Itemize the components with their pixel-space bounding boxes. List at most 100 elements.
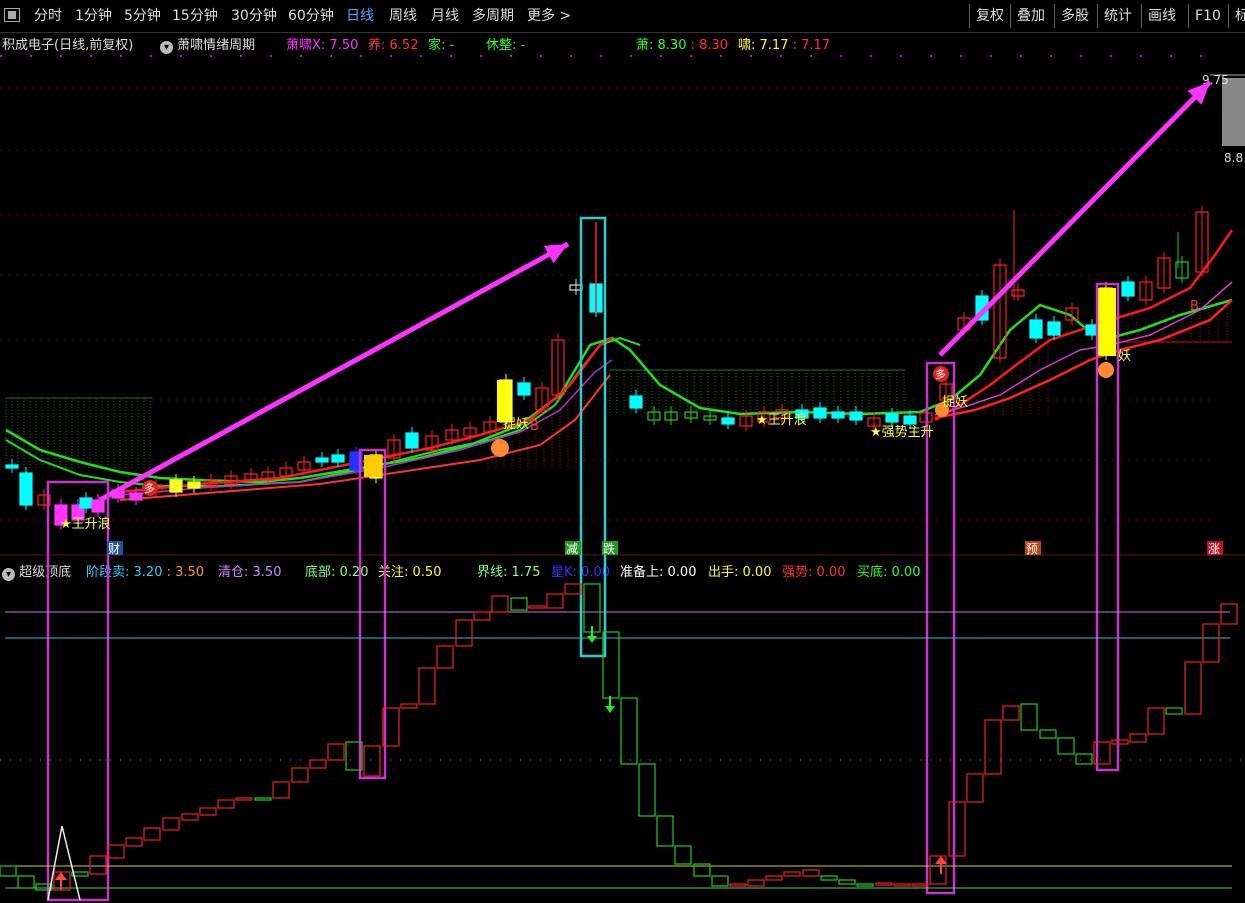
sub-candle <box>893 883 911 887</box>
marker-zhang: 涨 <box>1208 541 1220 556</box>
sub-candle <box>400 703 418 709</box>
sub-candle <box>455 619 473 647</box>
label-zhuo-yao: 捉妖 <box>503 417 529 432</box>
sub-candle <box>984 719 1002 775</box>
sub-candle <box>838 879 856 885</box>
sub-candle <box>510 597 528 611</box>
sub-candle <box>17 875 35 889</box>
candle <box>315 457 329 463</box>
sub-candle <box>546 593 564 609</box>
sub-candle <box>309 759 327 769</box>
label-wang-sheng: ★王升浪 <box>60 517 111 532</box>
candle <box>831 411 845 419</box>
sub-candle <box>583 583 601 633</box>
sub-candle <box>765 875 783 881</box>
sub-candle <box>436 645 454 669</box>
highlight-bar <box>364 455 382 477</box>
sub-candle <box>802 869 820 877</box>
sub-candle <box>418 667 436 705</box>
ma-green-line-2 <box>5 336 641 487</box>
candle <box>629 395 643 409</box>
sub-candle <box>143 827 161 841</box>
sub-candle <box>911 883 929 887</box>
up-arrow-head <box>55 872 67 880</box>
candle <box>1029 319 1043 339</box>
label-b: B <box>530 419 539 434</box>
signal-box <box>925 361 956 895</box>
candle <box>1047 321 1061 336</box>
candle <box>405 432 419 449</box>
marker-cai: 财 <box>108 542 120 556</box>
sub-candle <box>1057 737 1075 755</box>
candle <box>517 382 531 396</box>
candle <box>79 497 93 509</box>
sub-candle <box>1020 703 1038 731</box>
sub-candle <box>656 815 674 847</box>
trend-arrow <box>938 80 1212 357</box>
sub-candle <box>856 883 874 887</box>
candle <box>813 407 827 419</box>
candle <box>19 472 33 506</box>
sub-candle <box>473 611 491 621</box>
sub-candle <box>235 797 253 801</box>
price-axis-bar <box>1222 78 1245 146</box>
sub-candle <box>966 773 984 803</box>
sub-candle <box>620 697 638 765</box>
label-qiang-shi: ★强势主升 <box>870 424 934 440</box>
sub-candle <box>254 797 272 801</box>
price-axis-bottom: 8.8 <box>1224 151 1243 165</box>
sub-candle <box>875 882 893 886</box>
sub-candle <box>1039 729 1057 739</box>
candle <box>721 417 735 425</box>
kline-chart[interactable]: 9.758.8多多★王升浪捉妖 B ★王升浪★强势主升捉妖妖B财减跌预涨 <box>0 0 1245 903</box>
sub-candle <box>747 879 765 887</box>
candle <box>91 499 105 513</box>
duo-badge-text: 多 <box>144 481 155 495</box>
sub-candle <box>1111 739 1129 745</box>
sub-candle <box>1184 661 1202 715</box>
candle <box>331 454 345 463</box>
label-wang-sheng-2: ★王升浪 <box>756 413 807 428</box>
sub-candle <box>217 799 235 809</box>
duo-badge-text: 多 <box>935 367 946 381</box>
sub-candle <box>107 844 125 859</box>
signal-box <box>358 448 387 780</box>
marker-yu: 预 <box>1026 542 1038 556</box>
down-arrow-head <box>605 706 615 713</box>
sub-candle <box>1075 753 1093 765</box>
sub-candle <box>199 807 217 816</box>
sub-candle <box>564 583 582 595</box>
candle <box>1121 281 1135 297</box>
sub-candle <box>948 801 966 857</box>
sub-candle <box>528 605 546 609</box>
up-arrow-head <box>935 856 947 864</box>
candle <box>187 481 201 489</box>
marker-die: 跌 <box>603 541 615 556</box>
sub-candle <box>638 763 656 817</box>
signal-box <box>46 480 110 902</box>
sub-candle <box>711 875 729 887</box>
sub-candle <box>89 855 107 875</box>
label-zhuo-yao-2: 捉妖 <box>942 395 968 410</box>
candle <box>5 464 19 469</box>
sub-candle <box>1165 707 1183 715</box>
sub-candle <box>327 743 345 761</box>
label-zhuo-yao-3: 妖 <box>1118 349 1131 364</box>
sub-candle <box>272 781 290 799</box>
signal-circle <box>1098 362 1114 378</box>
sub-candle <box>125 837 143 847</box>
highlight-bar <box>497 380 505 422</box>
white-triangle <box>47 825 81 901</box>
sub-candle <box>1220 603 1238 625</box>
down-arrow-head <box>587 636 597 643</box>
sub-candle <box>1002 705 1020 721</box>
sub-candle <box>0 865 17 877</box>
sub-candle <box>363 745 381 777</box>
sub-candle <box>783 871 801 877</box>
candle <box>903 415 917 425</box>
highlight-bar <box>1098 288 1116 356</box>
sub-candle <box>820 875 838 881</box>
sub-candle <box>491 595 509 613</box>
sub-candle <box>181 813 199 821</box>
sub-candle <box>162 817 180 831</box>
